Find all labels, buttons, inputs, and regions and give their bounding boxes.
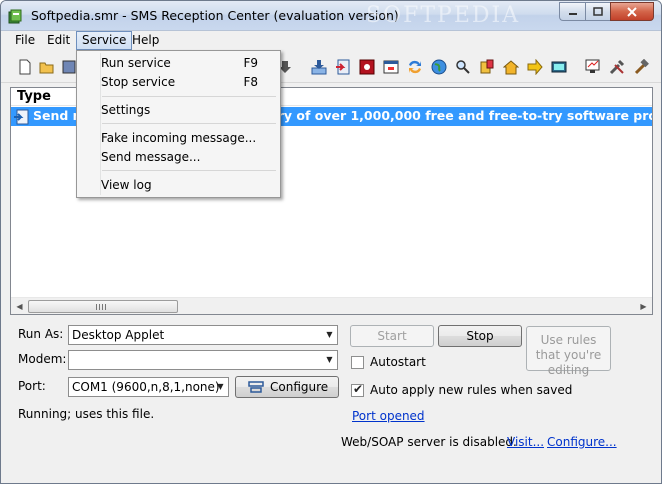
- run-as-select[interactable]: Desktop Applet ▼: [68, 325, 338, 345]
- minimize-icon: [568, 12, 577, 15]
- port-select[interactable]: COM1 (9600,n,8,1,none) ▼: [68, 377, 229, 397]
- autostart-label: Autostart: [370, 355, 426, 369]
- close-icon: [627, 6, 637, 17]
- window-title: Softpedia.smr - SMS Reception Center (ev…: [31, 8, 399, 23]
- horizontal-scrollbar[interactable]: ◀ ▶: [11, 297, 652, 314]
- import-icon[interactable]: [335, 59, 351, 75]
- chevron-down-icon: ▼: [326, 330, 333, 339]
- autostart-checkbox[interactable]: [351, 356, 364, 369]
- scroll-left-icon[interactable]: ◀: [11, 298, 28, 315]
- stop-button[interactable]: Stop: [438, 325, 522, 347]
- tools-icon[interactable]: [609, 59, 625, 75]
- menu-help[interactable]: Help: [127, 31, 164, 50]
- grip-icon: [96, 304, 106, 310]
- save-icon[interactable]: [61, 59, 77, 75]
- port-status-link[interactable]: Port opened: [352, 409, 425, 423]
- display-icon[interactable]: [551, 59, 567, 75]
- send-message-icon: [14, 109, 29, 125]
- menu-item-fake-incoming[interactable]: Fake incoming message...: [101, 131, 256, 145]
- hammer-icon[interactable]: [633, 59, 649, 75]
- checkmark-icon: ✔: [353, 382, 364, 396]
- run-as-label: Run As:: [18, 327, 64, 341]
- menu-service[interactable]: Service: [76, 31, 133, 50]
- configure-link[interactable]: Configure...: [547, 435, 617, 449]
- port-config-icon: [248, 381, 264, 393]
- run-as-value: Desktop Applet: [72, 328, 165, 342]
- open-folder-icon[interactable]: [39, 59, 55, 75]
- scroll-thumb[interactable]: [28, 300, 178, 313]
- maximize-icon: [593, 6, 603, 16]
- modem-select[interactable]: ▼: [68, 350, 338, 370]
- menu-separator: [102, 170, 276, 171]
- watermark-text: SOFTPEDIA: [366, 3, 521, 28]
- menu-separator: [102, 123, 276, 124]
- database-icon[interactable]: [479, 59, 495, 75]
- monitor-icon[interactable]: [585, 59, 601, 75]
- shortcut-run-service: F9: [243, 56, 258, 70]
- port-label: Port:: [18, 379, 46, 393]
- properties-icon[interactable]: [383, 59, 399, 75]
- refresh-icon[interactable]: [407, 59, 423, 75]
- arrow-right-icon[interactable]: [527, 59, 543, 75]
- visit-link[interactable]: Visit...: [507, 435, 544, 449]
- scroll-right-icon[interactable]: ▶: [635, 298, 652, 315]
- chevron-down-icon: ▼: [217, 382, 224, 391]
- minimize-button[interactable]: [559, 2, 585, 21]
- main-window: Softpedia.smr - SMS Reception Center (ev…: [0, 0, 662, 484]
- configure-button[interactable]: Configure: [235, 376, 339, 398]
- download-icon[interactable]: [311, 59, 327, 75]
- menu-separator: [102, 96, 276, 97]
- column-header-type[interactable]: Type: [17, 89, 51, 104]
- auto-apply-label: Auto apply new rules when saved: [370, 383, 573, 397]
- home-icon[interactable]: [503, 59, 519, 75]
- port-value: COM1 (9600,n,8,1,none): [72, 380, 220, 394]
- maximize-button[interactable]: [585, 2, 610, 21]
- use-rules-button[interactable]: Use rules that you're editing: [526, 326, 611, 377]
- menu-file[interactable]: File: [10, 31, 40, 50]
- close-button[interactable]: [610, 2, 654, 21]
- globe-icon[interactable]: [431, 59, 447, 75]
- new-file-icon[interactable]: [17, 59, 33, 75]
- menu-edit[interactable]: Edit: [42, 31, 75, 50]
- stop-sign-icon[interactable]: [359, 59, 375, 75]
- menu-item-run-service[interactable]: Run service: [101, 56, 171, 70]
- auto-apply-checkbox[interactable]: ✔: [351, 382, 364, 397]
- menu-item-stop-service[interactable]: Stop service: [101, 75, 175, 89]
- configure-button-label: Configure: [270, 380, 329, 394]
- status-text: Running; uses this file.: [18, 407, 155, 421]
- webserver-status: Web/SOAP server is disabled.: [341, 435, 517, 449]
- app-icon: [8, 9, 22, 24]
- shortcut-stop-service: F8: [243, 75, 258, 89]
- modem-label: Modem:: [18, 352, 67, 366]
- menu-item-send-message[interactable]: Send message...: [101, 150, 200, 164]
- menu-item-view-log[interactable]: View log: [101, 178, 152, 192]
- menu-bar: File Edit Service Help: [1, 31, 661, 50]
- start-button[interactable]: Start: [350, 325, 434, 347]
- search-icon[interactable]: [455, 59, 471, 75]
- title-bar[interactable]: Softpedia.smr - SMS Reception Center (ev…: [1, 1, 661, 31]
- menu-item-settings[interactable]: Settings: [101, 103, 150, 117]
- chevron-down-icon: ▼: [326, 355, 333, 364]
- service-menu: Run service F9 Stop service F8 Settings …: [76, 50, 281, 198]
